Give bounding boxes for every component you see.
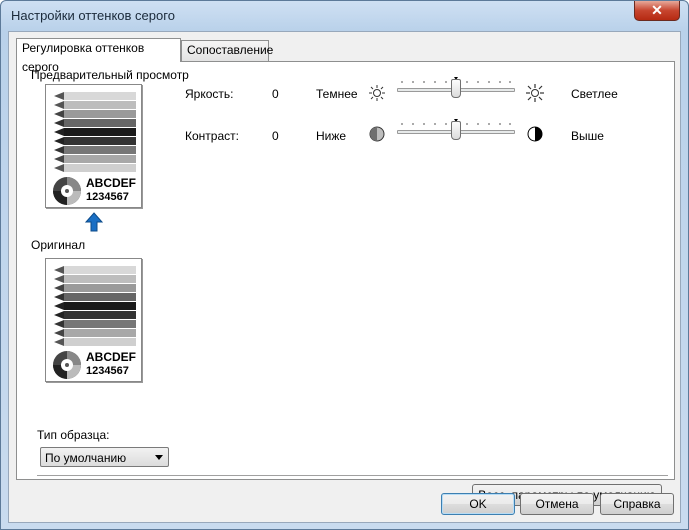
brightness-min-label: Темнее bbox=[316, 87, 358, 101]
slider-thumb[interactable] bbox=[451, 121, 461, 140]
contrast-min-label: Ниже bbox=[316, 129, 347, 143]
contrast-max-label: Выше bbox=[571, 129, 604, 143]
brightness-label: Яркость: bbox=[185, 87, 234, 101]
pencils-illustration bbox=[54, 266, 136, 346]
original-label: Оригинал bbox=[31, 238, 86, 252]
sample-type-dropdown[interactable]: По умолчанию bbox=[40, 447, 169, 467]
sample-numbers: 1234567 bbox=[86, 191, 129, 203]
tab-panel: Предварительный просмотр ABCDEF 1234567 … bbox=[16, 61, 675, 506]
chevron-down-icon bbox=[155, 455, 163, 460]
sample-type-selected: По умолчанию bbox=[45, 451, 127, 465]
sample-type-label: Тип образца: bbox=[37, 428, 110, 442]
tab-grayscale-adjustment[interactable]: Регулировка оттенков серого bbox=[16, 38, 181, 74]
window-title: Настройки оттенков серого bbox=[11, 8, 175, 23]
close-button[interactable]: ✕ bbox=[634, 1, 680, 21]
tab-label: Сопоставление bbox=[187, 43, 274, 57]
tab-mapping[interactable]: Сопоставление bbox=[181, 40, 273, 61]
dialog-window: Настройки оттенков серого ✕ Регулировка … bbox=[0, 0, 689, 530]
contrast-slider[interactable] bbox=[397, 118, 515, 142]
sun-bright-icon bbox=[526, 84, 544, 102]
original-image: ABCDEF 1234567 bbox=[45, 258, 142, 382]
arrow-up-icon bbox=[85, 212, 103, 232]
contrast-label: Контраст: bbox=[185, 129, 239, 143]
contrast-high-icon bbox=[527, 126, 543, 142]
brightness-value: 0 bbox=[272, 87, 279, 101]
color-wheel-icon bbox=[53, 351, 81, 379]
slider-thumb[interactable] bbox=[451, 79, 461, 98]
close-icon: ✕ bbox=[651, 2, 663, 18]
sample-numbers: 1234567 bbox=[86, 365, 129, 377]
preview-image: ABCDEF 1234567 bbox=[45, 84, 142, 208]
color-wheel-icon bbox=[53, 177, 81, 205]
sun-dim-icon bbox=[369, 85, 385, 101]
help-button[interactable]: Справка bbox=[600, 493, 674, 515]
sample-letters: ABCDEF bbox=[86, 350, 136, 364]
separator bbox=[37, 475, 668, 477]
dialog-client-area: Регулировка оттенков серого Сопоставлени… bbox=[8, 31, 681, 523]
contrast-value: 0 bbox=[272, 129, 279, 143]
sample-letters: ABCDEF bbox=[86, 176, 136, 190]
pencils-illustration bbox=[54, 92, 136, 172]
cancel-button[interactable]: Отмена bbox=[520, 493, 594, 515]
brightness-max-label: Светлее bbox=[571, 87, 618, 101]
contrast-low-icon bbox=[369, 126, 385, 142]
brightness-slider[interactable] bbox=[397, 76, 515, 100]
ok-button[interactable]: OK bbox=[441, 493, 515, 515]
title-bar[interactable]: Настройки оттенков серого ✕ bbox=[1, 1, 688, 31]
